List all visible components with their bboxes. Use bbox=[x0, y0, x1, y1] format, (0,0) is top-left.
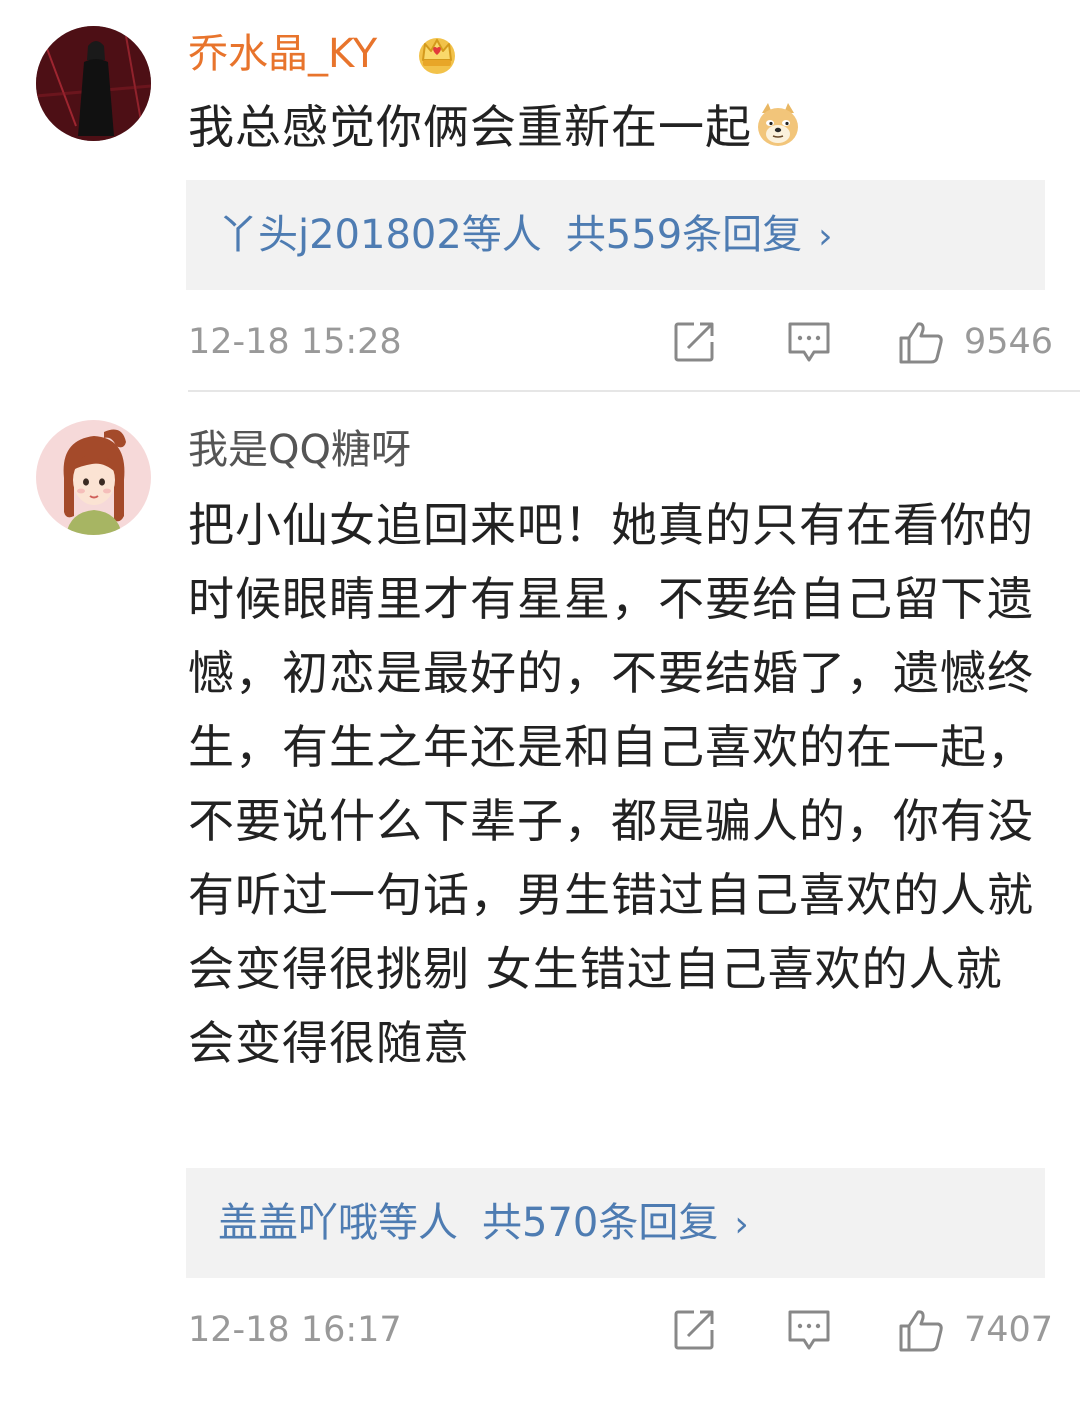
replies-total: 共559条回复 bbox=[565, 212, 803, 258]
replies-users: 盖盖吖哦等人 bbox=[218, 1200, 458, 1246]
comment-text: 把小仙女追回来吧！她真的只有在看你的时候眼睛里才有星星，不要给自己留下遗憾，初恋… bbox=[188, 498, 1034, 1070]
comment-meta: 12-18 15:28 9546 bbox=[0, 312, 1080, 372]
like-icon[interactable] bbox=[898, 1308, 944, 1352]
avatar[interactable] bbox=[36, 26, 151, 141]
chevron-right-icon: › bbox=[818, 216, 833, 257]
timestamp: 12-18 16:17 bbox=[188, 1310, 402, 1350]
replies-users: 丫头j201802等人 bbox=[218, 212, 542, 258]
comment-icon[interactable] bbox=[786, 320, 832, 364]
chevron-right-icon: › bbox=[734, 1204, 749, 1245]
doge-emoji-icon bbox=[754, 101, 802, 149]
comment-icon[interactable] bbox=[786, 1308, 832, 1352]
avatar[interactable] bbox=[36, 420, 151, 535]
replies-summary[interactable]: 盖盖吖哦等人 共570条回复 › bbox=[186, 1168, 1045, 1278]
username[interactable]: 乔水晶_KY bbox=[188, 28, 377, 80]
comment-meta: 12-18 16:17 7407 bbox=[0, 1300, 1080, 1360]
repost-icon[interactable] bbox=[672, 1308, 718, 1352]
crown-icon bbox=[414, 30, 460, 76]
replies-summary[interactable]: 丫头j201802等人 共559条回复 › bbox=[186, 180, 1045, 290]
comment-text-content: 我总感觉你俩会重新在一起 bbox=[188, 100, 752, 154]
like-count: 7407 bbox=[964, 1310, 1054, 1350]
replies-total: 共570条回复 bbox=[482, 1200, 719, 1246]
like-count: 9546 bbox=[964, 322, 1054, 362]
username[interactable]: 我是QQ糖呀 bbox=[188, 424, 411, 476]
like-icon[interactable] bbox=[898, 320, 944, 364]
comment-text: 我总感觉你俩会重新在一起 bbox=[188, 96, 1038, 158]
comment-item: 我是QQ糖呀 把小仙女追回来吧！她真的只有在看你的时候眼睛里才有星星，不要给自己… bbox=[0, 392, 1080, 1409]
timestamp: 12-18 15:28 bbox=[188, 322, 402, 362]
comment-item: 乔水晶_KY 我总感觉你俩会重新在一起 丫头j201802等人 共559条回复 › bbox=[0, 0, 1080, 390]
repost-icon[interactable] bbox=[672, 320, 718, 364]
